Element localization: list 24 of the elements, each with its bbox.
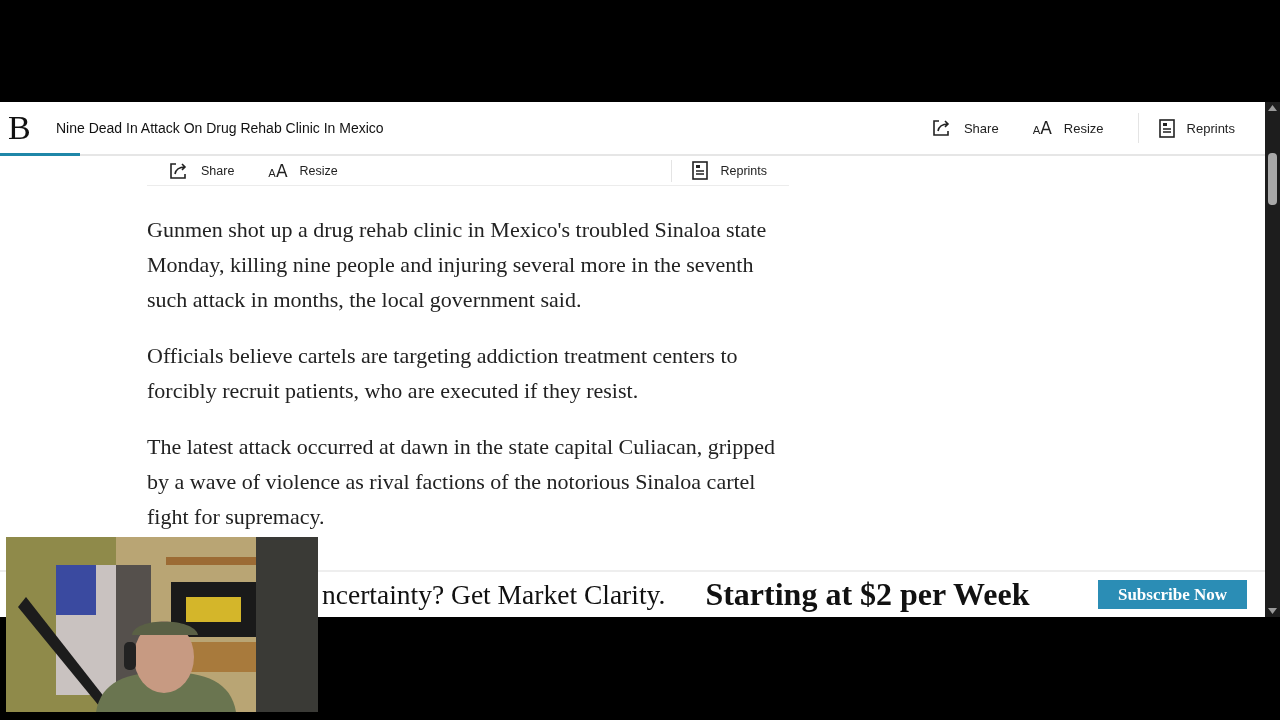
document-icon (1158, 118, 1175, 138)
scrollbar[interactable] (1265, 102, 1280, 617)
article-paragraph: Gunmen shot up a drug rehab clinic in Mexico's troubled Sinaloa state Monday, killing nine people and injuring several more in the seventh such attack in months, the local government said. (147, 216, 768, 314)
banner-offer: Starting at $2 per Week (705, 576, 1030, 613)
scroll-up-icon[interactable] (1268, 105, 1277, 111)
share-icon (931, 119, 952, 137)
share-icon (169, 161, 189, 180)
scroll-down-icon[interactable] (1268, 608, 1277, 614)
subscribe-button[interactable]: Subscribe Now (1098, 580, 1247, 609)
reprints-button[interactable]: Reprints (692, 161, 767, 180)
article-paragraph: The latest attack occurred at dawn in the state capital Culiacan, gripped by a wave of violence as rival factions of the notorious Sinaloa cartel fight for supremacy. (147, 433, 776, 531)
resize-icon: AA (268, 160, 288, 181)
article-paragraph: Officials believe cartels are targeting addiction treatment centers to forcibly recruit patients, who are executed if they resist. (147, 342, 739, 405)
share-button[interactable]: Share (169, 161, 235, 180)
document-icon (692, 161, 709, 180)
reprints-button[interactable]: Reprints (1158, 118, 1235, 138)
resize-icon: AA (1032, 118, 1052, 138)
share-button[interactable]: Share (931, 119, 999, 137)
site-logo[interactable]: B (8, 109, 48, 147)
resize-button[interactable]: AA Resize (268, 160, 338, 181)
resize-button[interactable]: AA Resize (1032, 118, 1104, 138)
article-title: Nine Dead In Attack On Drug Rehab Clinic In Mexico (56, 120, 384, 136)
banner-tagline: ncertainty? Get Market Clarity. (322, 578, 666, 611)
scrollbar-thumb[interactable] (1268, 153, 1277, 205)
